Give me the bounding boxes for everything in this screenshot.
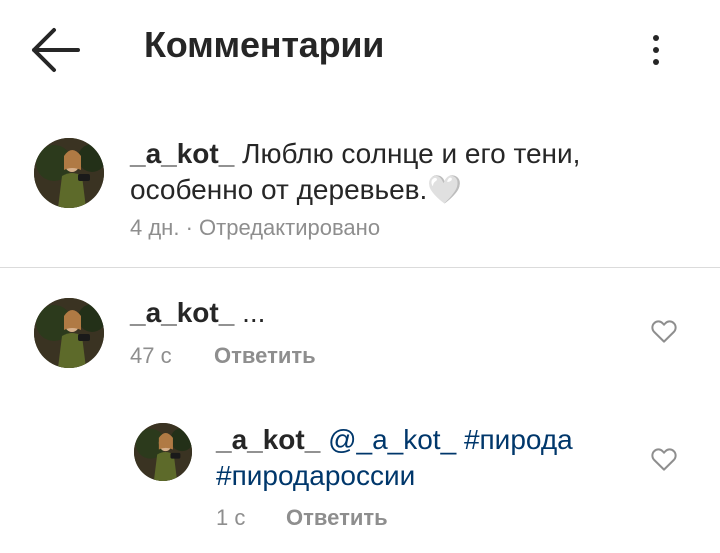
caption-text: _a_kot_ Люблю солнце и его тени, особенн… [130, 136, 690, 208]
comment-username[interactable]: _a_kot_ [130, 297, 234, 328]
arrow-left-icon [32, 28, 80, 72]
heart-outline-icon [651, 448, 677, 471]
comment-body: ... [242, 297, 266, 328]
like-button[interactable] [649, 444, 679, 474]
like-button[interactable] [649, 316, 679, 346]
more-options-button[interactable] [640, 26, 672, 74]
caption-edited-label: Отредактировано [199, 215, 381, 240]
mention-link[interactable]: @_a_kot_ [328, 424, 456, 455]
avatar[interactable] [134, 423, 192, 481]
hashtag-link[interactable]: #пиродароссии [216, 460, 415, 491]
comment-time: 1 с [216, 505, 246, 530]
caption-username[interactable]: _a_kot_ [130, 138, 234, 169]
reply-button[interactable]: Ответить [286, 505, 388, 531]
comment-text: _a_kot_ ... [130, 295, 265, 331]
page-title: Комментарии [144, 24, 385, 65]
caption-line1: Люблю солнце и его тени, [242, 138, 581, 169]
hashtag-link[interactable]: #пирода [464, 424, 573, 455]
divider [0, 267, 720, 268]
reply-button[interactable]: Ответить [214, 343, 316, 369]
caption-line2: особенно от деревьев. [130, 174, 428, 205]
white-heart-emoji: 🤍 [427, 174, 463, 205]
more-vertical-icon [653, 35, 659, 41]
comment-time: 47 с [130, 343, 172, 368]
back-button[interactable] [22, 20, 92, 80]
caption-time: 4 дн. [130, 215, 180, 240]
caption-meta: 4 дн. · Отредактировано [130, 215, 380, 241]
reply-comment-text: _a_kot_ @_a_kot_ #пирода #пиродароссии [216, 422, 636, 494]
heart-outline-icon [651, 320, 677, 343]
avatar[interactable] [34, 138, 104, 208]
caption-separator: · [185, 215, 193, 240]
avatar[interactable] [34, 298, 104, 368]
comment-username[interactable]: _a_kot_ [216, 424, 320, 455]
